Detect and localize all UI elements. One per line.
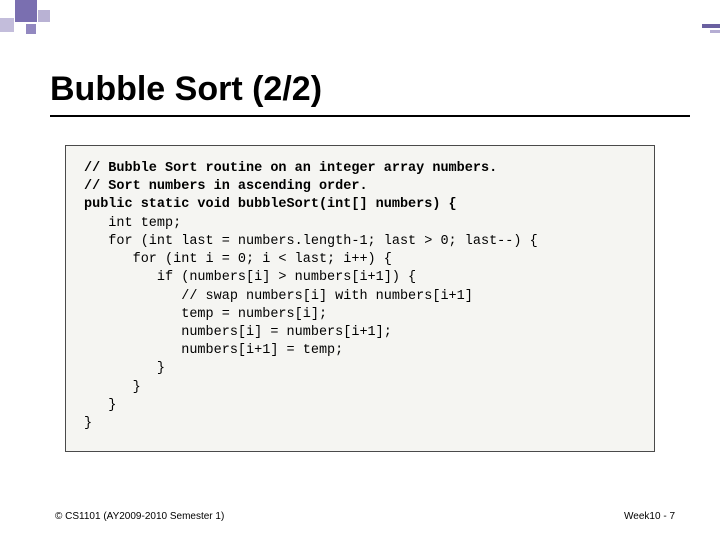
footer-page-number: Week10 - 7 [624,511,675,522]
stripe-decoration [702,24,720,28]
footer-copyright: © CS1101 (AY2009-2010 Semester 1) [55,511,224,522]
corner-decoration [0,0,100,40]
code-block: // Bubble Sort routine on an integer arr… [65,145,655,452]
code-content: // Bubble Sort routine on an integer arr… [84,160,636,433]
decor-square-icon [38,10,50,22]
code-header: // Bubble Sort routine on an integer arr… [84,161,497,212]
code-body: int temp; for (int last = numbers.length… [84,216,538,431]
decor-square-icon [0,18,14,32]
decor-square-icon [15,0,37,22]
decor-square-icon [26,24,36,34]
title-underline [50,115,690,117]
slide-title: Bubble Sort (2/2) [50,70,322,109]
